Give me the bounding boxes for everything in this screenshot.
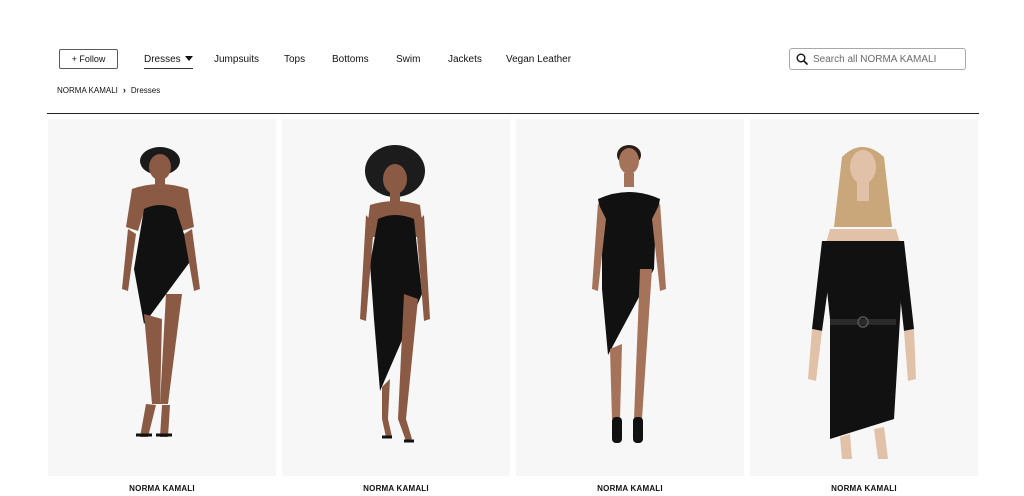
nav-item-label: Dresses [144, 54, 181, 65]
breadcrumb: NORMA KAMALI › Dresses [57, 85, 160, 95]
nav-item-vegan-leather[interactable]: Vegan Leather [506, 54, 571, 65]
follow-button[interactable]: + Follow [59, 49, 118, 69]
search-input[interactable] [813, 53, 963, 65]
nav-item-bottoms[interactable]: Bottoms [332, 54, 369, 65]
product-image[interactable] [516, 119, 744, 476]
chevron-right-icon: › [122, 85, 126, 95]
breadcrumb-root-link[interactable]: NORMA KAMALI [57, 86, 118, 95]
product-brand[interactable]: NORMA KAMALI [48, 484, 276, 493]
product-image[interactable] [282, 119, 510, 476]
nav-item-swim[interactable]: Swim [396, 54, 420, 65]
header-divider [47, 113, 979, 114]
product-image[interactable] [750, 119, 978, 476]
product-card[interactable]: NORMA KAMALI [750, 119, 978, 493]
product-brand[interactable]: NORMA KAMALI [282, 484, 510, 493]
nav-item-dresses[interactable]: Dresses [144, 54, 193, 69]
product-brand[interactable]: NORMA KAMALI [750, 484, 978, 493]
store-header: + Follow Dresses Jumpsuits Tops Bottoms … [0, 0, 1024, 120]
product-card[interactable]: NORMA KAMALI [516, 119, 744, 493]
nav-item-jackets[interactable]: Jackets [448, 54, 482, 65]
product-brand[interactable]: NORMA KAMALI [516, 484, 744, 493]
store-search[interactable] [789, 48, 966, 70]
product-card[interactable]: NORMA KAMALI [48, 119, 276, 493]
search-icon [796, 53, 808, 65]
nav-item-tops[interactable]: Tops [284, 54, 305, 65]
product-card[interactable]: NORMA KAMALI [282, 119, 510, 493]
nav-item-jumpsuits[interactable]: Jumpsuits [214, 54, 259, 65]
product-image[interactable] [48, 119, 276, 476]
caret-down-icon [184, 56, 193, 61]
breadcrumb-current: Dresses [130, 85, 161, 95]
